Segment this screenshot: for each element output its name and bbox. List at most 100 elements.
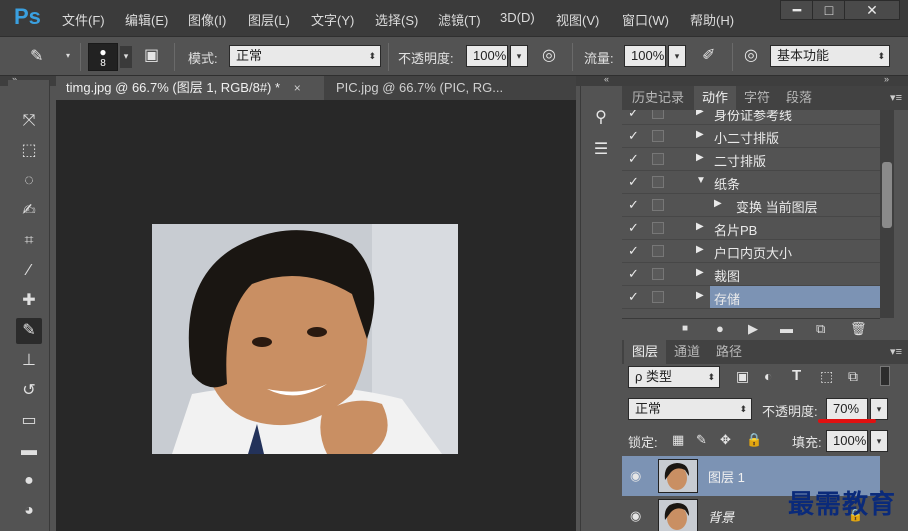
minimize-button[interactable]: ━ bbox=[780, 0, 814, 20]
menu-window[interactable]: 窗口(W) bbox=[622, 10, 669, 29]
history-panel-icon[interactable]: ⚲ bbox=[589, 106, 613, 130]
filter-toggle[interactable] bbox=[880, 366, 890, 386]
expand-arrow-icon[interactable]: ▶ bbox=[696, 152, 704, 163]
lasso-tool-icon[interactable]: ◌ bbox=[16, 168, 42, 194]
opacity-dropdown-button[interactable]: ▾ bbox=[510, 45, 528, 67]
eyedropper-tool-icon[interactable]: ⁄ bbox=[16, 258, 42, 284]
eye-icon[interactable]: ◉ bbox=[630, 468, 641, 484]
dialog-toggle[interactable] bbox=[652, 153, 664, 165]
action-row[interactable]: ✓ ▶ 户口内页大小 bbox=[622, 240, 880, 263]
menu-3d[interactable]: 3D(D) bbox=[500, 10, 535, 25]
checkmark-icon[interactable]: ✓ bbox=[628, 289, 639, 305]
checkmark-icon[interactable]: ✓ bbox=[628, 220, 639, 236]
expand-arrow-icon[interactable]: ▶ bbox=[696, 267, 704, 278]
folder-icon[interactable]: ▬ bbox=[780, 321, 793, 336]
maximize-button[interactable]: □ bbox=[812, 0, 846, 20]
action-row[interactable]: ✓ ▶ 小二寸排版 bbox=[622, 125, 880, 148]
stop-icon[interactable]: ■ bbox=[682, 323, 688, 334]
dialog-toggle[interactable] bbox=[652, 268, 664, 280]
menu-help[interactable]: 帮助(H) bbox=[690, 10, 734, 29]
expand-arrow-icon[interactable]: ▶ bbox=[696, 221, 704, 232]
document-image[interactable] bbox=[152, 224, 458, 454]
history-brush-tool-icon[interactable]: ↺ bbox=[16, 378, 42, 404]
expand-arrow-icon[interactable]: ▶ bbox=[714, 198, 722, 209]
pressure-size-icon[interactable]: ◎ bbox=[744, 45, 758, 65]
tab-history[interactable]: 历史记录 bbox=[624, 86, 692, 110]
dialog-toggle[interactable] bbox=[652, 199, 664, 211]
fill-dropdown-button[interactable]: ▾ bbox=[870, 430, 888, 452]
blur-tool-icon[interactable]: ● bbox=[16, 468, 42, 494]
lock-transparent-icon[interactable]: ▦ bbox=[672, 432, 684, 448]
tab-timg[interactable]: timg.jpg @ 66.7% (图层 1, RGB/8#) * × bbox=[56, 76, 324, 100]
tab-character[interactable]: 字符 bbox=[736, 86, 778, 110]
checkmark-icon[interactable]: ✓ bbox=[628, 151, 639, 167]
flow-input[interactable]: 100% bbox=[624, 45, 666, 67]
collapse-arrow-icon[interactable]: ▼ bbox=[696, 175, 706, 186]
checkmark-icon[interactable]: ✓ bbox=[628, 174, 639, 190]
workspace-dropdown[interactable]: 基本功能 ⬍ bbox=[770, 45, 890, 67]
action-row[interactable]: ✓ ▶ 裁图 bbox=[622, 263, 880, 286]
chevron-down-icon[interactable]: ▾ bbox=[120, 46, 132, 68]
chevron-down-icon[interactable]: ▾ bbox=[66, 51, 70, 60]
close-icon[interactable]: × bbox=[294, 81, 301, 95]
action-row[interactable]: ✓ ▶ 二寸排版 bbox=[622, 148, 880, 171]
menu-layer[interactable]: 图层(L) bbox=[248, 10, 290, 29]
panel-menu-icon[interactable]: ▾≡ bbox=[890, 91, 902, 104]
dialog-toggle[interactable] bbox=[652, 176, 664, 188]
dialog-toggle[interactable] bbox=[652, 110, 664, 119]
menu-filter[interactable]: 滤镜(T) bbox=[438, 10, 481, 29]
expand-arrow-icon[interactable]: ▶ bbox=[696, 290, 704, 301]
opacity-input[interactable]: 100% bbox=[466, 45, 508, 67]
menu-file[interactable]: 文件(F) bbox=[62, 10, 105, 29]
quick-select-tool-icon[interactable]: ✍ bbox=[16, 198, 42, 224]
filter-pixel-icon[interactable]: ▣ bbox=[736, 368, 749, 385]
marquee-tool-icon[interactable]: ⬚ bbox=[16, 138, 42, 164]
action-row-selected[interactable]: ✓ ▶ 存储 bbox=[622, 286, 880, 309]
mode-dropdown[interactable]: 正常 ⬍ bbox=[229, 45, 381, 67]
tab-actions[interactable]: 动作 bbox=[694, 86, 737, 110]
airbrush-icon[interactable]: ✐ bbox=[702, 45, 715, 65]
action-row[interactable]: ✓ ▼ 纸条 bbox=[622, 171, 880, 194]
eraser-tool-icon[interactable]: ▭ bbox=[16, 408, 42, 434]
canvas-area[interactable] bbox=[56, 100, 576, 531]
menu-type[interactable]: 文字(Y) bbox=[311, 10, 354, 29]
menu-select[interactable]: 选择(S) bbox=[375, 10, 418, 29]
expand-arrow-icon[interactable]: ▶ bbox=[696, 244, 704, 255]
panel-menu-icon[interactable]: ▾≡ bbox=[890, 345, 902, 358]
move-tool-icon[interactable]: ⤧ bbox=[16, 108, 42, 134]
expand-arrow-icon[interactable]: ▶ bbox=[696, 129, 704, 140]
brush-tool-icon[interactable]: ✎ bbox=[16, 318, 42, 344]
new-action-icon[interactable]: ⧉ bbox=[816, 321, 825, 337]
properties-panel-icon[interactable]: ☰ bbox=[589, 138, 613, 162]
checkmark-icon[interactable]: ✓ bbox=[628, 110, 639, 121]
close-button[interactable]: ✕ bbox=[844, 0, 900, 20]
expand-icon[interactable]: » bbox=[884, 74, 889, 84]
record-icon[interactable]: ● bbox=[716, 321, 724, 336]
gradient-tool-icon[interactable]: ▬ bbox=[16, 438, 42, 464]
checkmark-icon[interactable]: ✓ bbox=[628, 197, 639, 213]
menu-view[interactable]: 视图(V) bbox=[556, 10, 599, 29]
filter-type-icon[interactable]: T bbox=[792, 367, 801, 384]
scroll-thumb[interactable] bbox=[882, 162, 892, 228]
tab-layers[interactable]: 图层 bbox=[624, 340, 667, 364]
tab-paragraph[interactable]: 段落 bbox=[778, 86, 820, 110]
layer-filter-dropdown[interactable]: ρ 类型 ⬍ bbox=[628, 366, 720, 388]
filter-adjustment-icon[interactable]: ◐ bbox=[764, 368, 772, 384]
stamp-tool-icon[interactable]: ⊥ bbox=[16, 348, 42, 374]
tab-channels[interactable]: 通道 bbox=[666, 340, 708, 364]
tab-pic[interactable]: PIC.jpg @ 66.7% (PIC, RG... × bbox=[326, 76, 532, 119]
lock-all-icon[interactable]: 🔒 bbox=[746, 432, 762, 448]
checkmark-icon[interactable]: ✓ bbox=[628, 128, 639, 144]
menu-edit[interactable]: 编辑(E) bbox=[125, 10, 168, 29]
filter-smart-object-icon[interactable]: ⧉ bbox=[848, 368, 858, 385]
expand-arrow-icon[interactable]: ▶ bbox=[696, 110, 704, 117]
dialog-toggle[interactable] bbox=[652, 291, 664, 303]
filter-shape-icon[interactable]: ⬚ bbox=[820, 368, 833, 385]
healing-brush-tool-icon[interactable]: ✚ bbox=[16, 288, 42, 314]
brush-preset-picker[interactable]: ● 8 bbox=[88, 43, 118, 71]
action-row[interactable]: ✓ ▶ 变换 当前图层 bbox=[622, 194, 880, 217]
dodge-tool-icon[interactable]: ◕ bbox=[16, 498, 42, 524]
menu-image[interactable]: 图像(I) bbox=[188, 10, 226, 29]
brush-tool-icon[interactable]: ✎ bbox=[30, 46, 43, 66]
checkmark-icon[interactable]: ✓ bbox=[628, 243, 639, 259]
